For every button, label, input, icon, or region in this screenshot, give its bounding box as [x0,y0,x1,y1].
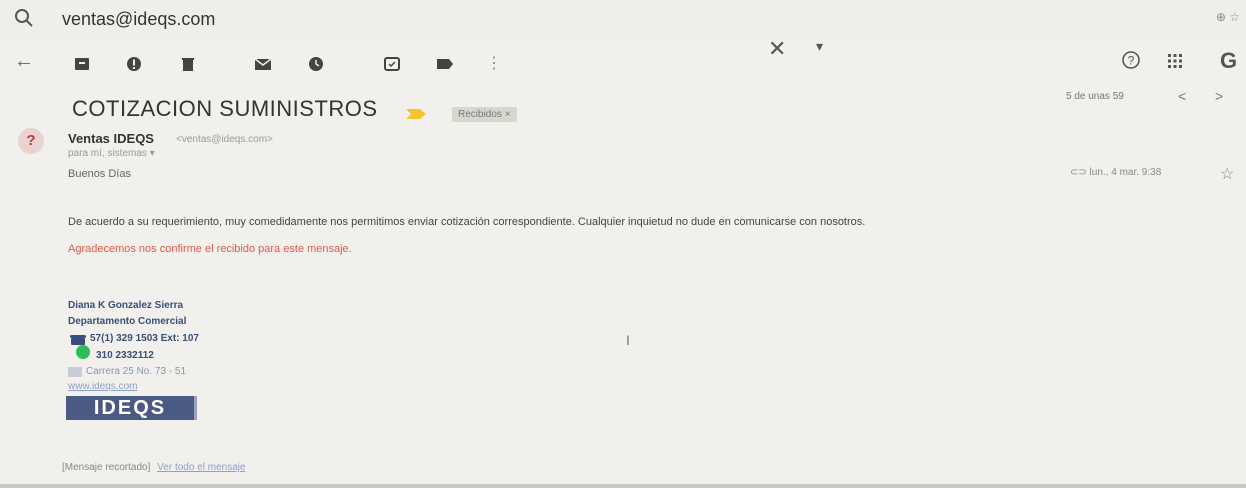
signature-department: Departamento Comercial [68,316,187,327]
sender-email: <ventas@ideqs.com> [176,134,273,145]
email-confirmation-request: Agradecemos nos confirme el recibido par… [68,243,352,255]
add-to-tasks-icon[interactable] [384,56,402,72]
sender-avatar: ? [18,128,44,154]
signature-phone: 57(1) 329 1503 Ext: 107 [90,333,199,344]
mark-unread-icon[interactable] [254,56,272,72]
recipients-dropdown[interactable]: para mí, sistemas ▾ [68,148,155,159]
pagination-count: 5 de unas 59 [1066,91,1124,102]
delete-icon[interactable] [180,56,198,72]
inbox-label-chip[interactable]: Recibidos × [452,107,517,122]
text-cursor-icon: I [626,332,630,348]
label-icon[interactable] [436,56,454,72]
next-email-button[interactable]: > [1215,88,1223,104]
apps-grid-icon[interactable] [1167,53,1183,74]
search-options-icon[interactable]: ▾ [816,38,823,55]
clear-search-icon[interactable]: ✕ [768,36,786,62]
report-spam-icon[interactable] [126,56,144,72]
search-input[interactable]: ventas@ideqs.com [62,9,215,30]
svg-text:?: ? [1128,54,1135,68]
zoom-icon[interactable]: ⊕ ☆ [1216,10,1240,24]
important-marker-icon[interactable] [406,106,426,124]
signature-name: Diana K Gonzalez Sierra [68,300,184,311]
previous-email-button[interactable]: < [1178,88,1186,104]
sender-name: Ventas IDEQS [68,131,154,146]
email-subject: COTIZACION SUMINISTROS [72,96,378,121]
star-icon[interactable]: ☆ [1220,164,1234,184]
whatsapp-icon [76,345,90,359]
more-options-icon[interactable]: ⋮ [486,53,502,73]
email-date: ⊂⊃ lun., 4 mar. 9:38 [1070,167,1161,178]
ideqs-logo: IDEQS [66,396,197,420]
signature-mobile: 310 2332112 [96,350,154,361]
google-account-icon[interactable]: G [1220,48,1237,74]
email-greeting: Buenos Días [68,168,131,180]
attachment-icon: ⊂⊃ [1070,167,1087,178]
search-icon[interactable] [14,8,34,28]
signature-website-link[interactable]: www.ideqs.com [68,381,137,392]
truncated-label: [Mensaje recortado] [62,462,151,473]
view-full-message-link[interactable]: Ver todo el mensaje [157,462,245,473]
email-date-text: lun., 4 mar. 9:38 [1089,167,1162,178]
email-body: De acuerdo a su requerimiento, muy comed… [68,216,866,228]
snooze-icon[interactable] [308,56,326,72]
signature-address: Carrera 25 No. 73 - 51 [86,366,187,377]
archive-icon[interactable] [74,56,92,72]
address-icon [68,367,82,377]
help-icon[interactable]: ? [1121,50,1141,75]
back-arrow-icon[interactable]: ← [14,50,34,73]
truncated-message-notice: [Mensaje recortado] Ver todo el mensaje [62,462,246,473]
bottom-edge [0,484,1246,488]
